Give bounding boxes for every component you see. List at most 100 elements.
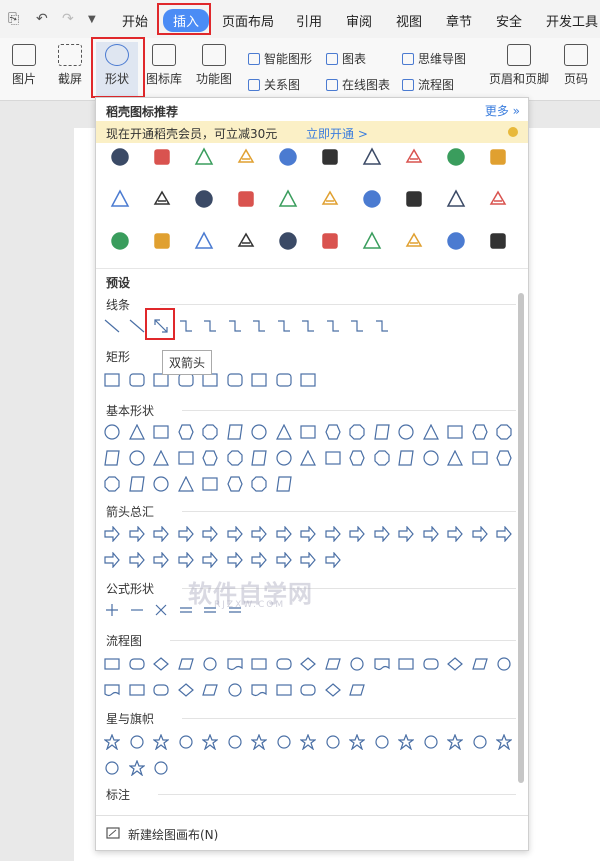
- basic-shape[interactable]: [202, 424, 218, 440]
- scrollbar[interactable]: [518, 293, 524, 783]
- formula-shape[interactable]: [129, 602, 145, 618]
- basic-shape[interactable]: [373, 424, 390, 440]
- gallery-icon[interactable]: [488, 189, 508, 209]
- gallery-icon[interactable]: [194, 231, 214, 251]
- flow-shape[interactable]: [324, 656, 341, 672]
- basic-shape[interactable]: [496, 450, 512, 466]
- arrow-shape[interactable]: [177, 552, 194, 568]
- rect-shape[interactable]: [226, 372, 243, 388]
- new-canvas-item[interactable]: 新建绘图画布(N): [96, 815, 528, 850]
- arrow-shape[interactable]: [471, 526, 488, 542]
- basic-shape[interactable]: [373, 450, 390, 466]
- gallery-icon[interactable]: [446, 231, 466, 251]
- gallery-icon[interactable]: [236, 147, 256, 167]
- basic-shape[interactable]: [324, 450, 341, 466]
- arrow-shape[interactable]: [226, 526, 243, 542]
- flow-shape[interactable]: [471, 656, 488, 672]
- arrow-shape[interactable]: [202, 552, 218, 568]
- rect-shape[interactable]: [300, 372, 316, 388]
- gallery-icon[interactable]: [320, 231, 340, 251]
- flow-shape[interactable]: [202, 682, 218, 698]
- basic-shape[interactable]: [104, 476, 120, 492]
- tab-references[interactable]: 引用: [296, 11, 322, 30]
- flow-shape[interactable]: [422, 656, 439, 672]
- rect-shape[interactable]: [275, 372, 292, 388]
- basic-shape[interactable]: [447, 424, 463, 440]
- line-shape[interactable]: [300, 318, 316, 334]
- gallery-icon[interactable]: [446, 147, 466, 167]
- basic-shape[interactable]: [300, 450, 316, 466]
- star-shape[interactable]: [129, 734, 145, 750]
- flow-shape[interactable]: [324, 682, 341, 698]
- picture-button[interactable]: 图片: [6, 44, 42, 87]
- star-shape[interactable]: [178, 734, 194, 750]
- star-shape[interactable]: [472, 734, 488, 750]
- basic-shape[interactable]: [153, 424, 169, 440]
- flow-shape[interactable]: [128, 682, 145, 698]
- gallery-icon[interactable]: [152, 147, 172, 167]
- arrow-shape[interactable]: [496, 526, 512, 542]
- rect-shape[interactable]: [128, 372, 145, 388]
- star-shape[interactable]: [104, 734, 120, 750]
- relation-button[interactable]: 关系图: [248, 76, 300, 93]
- basic-shape[interactable]: [226, 476, 243, 492]
- tab-developer[interactable]: 开发工具: [546, 11, 598, 30]
- tab-security[interactable]: 安全: [496, 11, 522, 30]
- gallery-icon[interactable]: [110, 189, 130, 209]
- line-shape[interactable]: [325, 318, 341, 334]
- star-shape[interactable]: [251, 734, 267, 750]
- basic-shape[interactable]: [202, 450, 218, 466]
- basic-shape[interactable]: [300, 424, 316, 440]
- arrow-shape[interactable]: [349, 526, 365, 542]
- gallery-icon[interactable]: [404, 147, 424, 167]
- gallery-icon[interactable]: [278, 147, 298, 167]
- basic-shape[interactable]: [398, 424, 414, 440]
- formula-shape[interactable]: [153, 602, 169, 618]
- star-shape[interactable]: [202, 734, 218, 750]
- basic-shape[interactable]: [398, 450, 414, 466]
- basic-shape[interactable]: [177, 424, 194, 440]
- line-shape[interactable]: [178, 318, 194, 334]
- promo-link[interactable]: 立即开通 >: [306, 125, 368, 142]
- basic-shape[interactable]: [349, 424, 365, 440]
- tab-section[interactable]: 章节: [446, 11, 472, 30]
- arrow-shape[interactable]: [447, 526, 463, 542]
- basic-shape[interactable]: [422, 424, 439, 440]
- smart-shape-button[interactable]: 智能图形: [248, 50, 312, 67]
- basic-shape[interactable]: [153, 450, 169, 466]
- flow-shape[interactable]: [275, 682, 292, 698]
- star-shape[interactable]: [349, 734, 365, 750]
- star-shape[interactable]: [104, 760, 120, 776]
- tab-view[interactable]: 视图: [396, 11, 422, 30]
- basic-shape[interactable]: [153, 476, 169, 492]
- arrow-shape[interactable]: [202, 526, 218, 542]
- gallery-icon[interactable]: [236, 189, 256, 209]
- basic-shape[interactable]: [128, 424, 145, 440]
- flow-shape[interactable]: [398, 656, 414, 672]
- flow-shape[interactable]: [104, 682, 120, 698]
- gallery-icon[interactable]: [110, 231, 130, 251]
- page-number-button[interactable]: 页码: [558, 44, 594, 87]
- basic-shape[interactable]: [275, 424, 292, 440]
- star-shape[interactable]: [423, 734, 439, 750]
- flow-shape[interactable]: [227, 682, 243, 698]
- star-shape[interactable]: [447, 734, 463, 750]
- flow-shape[interactable]: [300, 656, 316, 672]
- arrow-shape[interactable]: [251, 552, 267, 568]
- basic-shape[interactable]: [104, 424, 120, 440]
- tab-page-layout[interactable]: 页面布局: [222, 11, 274, 30]
- basic-shape[interactable]: [447, 450, 463, 466]
- flow-shape[interactable]: [349, 682, 365, 698]
- arrow-shape[interactable]: [324, 526, 341, 542]
- flow-shape[interactable]: [128, 656, 145, 672]
- icon-library-button[interactable]: 图标库: [144, 44, 184, 87]
- arrow-shape[interactable]: [128, 526, 145, 542]
- arrow-shape[interactable]: [275, 526, 292, 542]
- line-shape[interactable]: [104, 318, 120, 334]
- gallery-icon[interactable]: [446, 189, 466, 209]
- gallery-icon[interactable]: [362, 147, 382, 167]
- flow-shape[interactable]: [177, 656, 194, 672]
- header-footer-button[interactable]: 页眉和页脚: [486, 44, 552, 87]
- arrow-shape[interactable]: [300, 552, 316, 568]
- screenshot-button[interactable]: 截屏: [50, 44, 90, 87]
